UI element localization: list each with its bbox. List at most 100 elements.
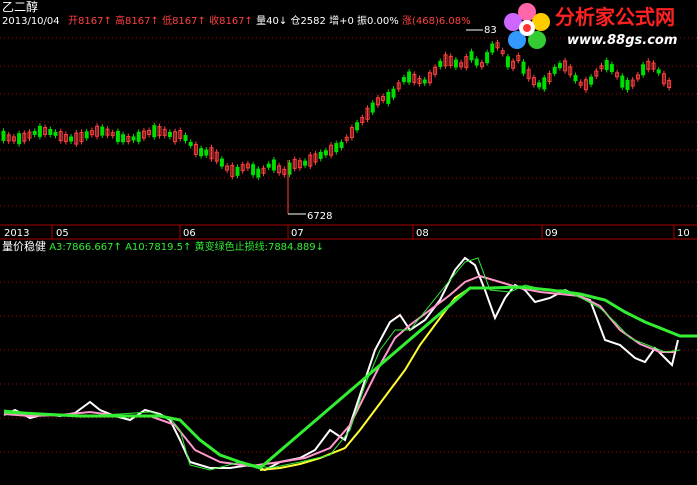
- candle-body: [370, 102, 375, 113]
- candle-body: [589, 76, 594, 85]
- signal-value: 7884.889: [267, 242, 316, 253]
- candle-body: [84, 131, 89, 139]
- candle-body: [355, 122, 360, 131]
- position-value: 2582: [300, 16, 326, 27]
- candle-body: [251, 164, 256, 176]
- arrow-up-icon: ↑: [150, 16, 159, 27]
- a10-label: A10:: [125, 242, 148, 253]
- candle-body: [219, 158, 224, 167]
- candle-body: [256, 168, 261, 178]
- volume-label: 量: [256, 16, 267, 27]
- candle-body: [152, 125, 157, 138]
- time-label-10: 10: [677, 228, 690, 239]
- candle-body: [641, 64, 646, 76]
- candle-body: [386, 91, 391, 104]
- candle-body: [37, 125, 42, 137]
- signal-label: 黄变绿色止损线:: [194, 242, 268, 253]
- arrow-up-icon: ↑: [244, 16, 253, 27]
- low-label: 低: [162, 16, 173, 27]
- candle-body: [573, 75, 578, 82]
- candle-body: [401, 77, 406, 83]
- candle-body: [453, 59, 458, 68]
- arrow-up-icon: ↑: [113, 242, 122, 253]
- time-label-08: 08: [416, 228, 429, 239]
- candle-body: [620, 75, 625, 88]
- candle-body: [188, 141, 193, 146]
- increase-value: +0: [339, 16, 354, 27]
- brand-logo[interactable]: 分析家公式网 www.88gs.com: [497, 0, 697, 58]
- volume-value: 40: [266, 16, 279, 27]
- quote-date: 2013/10/04: [2, 16, 60, 27]
- amplitude-value: 0.00%: [367, 16, 399, 27]
- a10-value: 7819.5: [148, 242, 183, 253]
- high-value: 8167: [125, 16, 151, 27]
- time-label-05: 05: [56, 228, 69, 239]
- brand-url: www.88gs.com: [567, 33, 678, 48]
- position-label: 仓: [290, 16, 301, 27]
- close-label: 收: [209, 16, 220, 27]
- open-label: 开: [68, 16, 78, 27]
- high-label: 高: [115, 16, 126, 27]
- a3-value: 7866.667: [65, 242, 114, 253]
- candle-body: [136, 131, 141, 142]
- high-price-annotation: 83: [484, 25, 497, 36]
- candle-body: [131, 136, 136, 141]
- change-value: (468): [411, 16, 439, 27]
- candle-body: [557, 63, 562, 69]
- candle-body: [115, 130, 120, 142]
- arrow-up-icon: ↑: [103, 16, 112, 27]
- change-percent: 6.08%: [438, 16, 471, 27]
- candle-body: [469, 51, 474, 61]
- a3-label: A3:: [49, 242, 66, 253]
- indicator-line-pink: [3, 274, 675, 468]
- candle-body: [625, 79, 630, 90]
- candle-body: [505, 56, 510, 68]
- candle-body: [490, 43, 495, 53]
- arrow-down-icon: ↓: [278, 16, 288, 27]
- stock-name: 乙二醇: [2, 0, 39, 14]
- change-label: 涨: [401, 16, 412, 27]
- candle-body: [537, 82, 542, 88]
- candle-body: [32, 130, 37, 135]
- candle-body: [391, 88, 396, 98]
- indicator-line-white: [3, 256, 679, 472]
- candle-body: [183, 135, 188, 142]
- candle-body: [235, 166, 240, 176]
- arrow-down-icon: ↓: [315, 242, 325, 253]
- candle-body: [438, 60, 443, 67]
- time-label-2013: 2013: [4, 228, 30, 239]
- time-label-09: 09: [545, 228, 558, 239]
- candle-body: [53, 131, 58, 136]
- candle-body: [271, 159, 276, 171]
- candle-body: [323, 150, 328, 156]
- close-value: 8167: [219, 16, 245, 27]
- candle-body: [474, 58, 479, 66]
- time-label-06: 06: [183, 228, 196, 239]
- candle-body: [48, 128, 53, 135]
- low-price-annotation: 6728: [307, 211, 333, 222]
- candle-body: [121, 134, 126, 143]
- candle-body: [339, 142, 344, 148]
- arrow-up-icon: ↑: [197, 16, 206, 27]
- candle-body: [609, 64, 614, 73]
- candle-body: [204, 149, 209, 156]
- candle-body: [422, 79, 427, 84]
- increase-label: 增: [329, 16, 340, 27]
- candle-body: [69, 136, 74, 142]
- candle-body: [552, 66, 557, 74]
- candle-body: [542, 77, 547, 90]
- candle-body: [266, 163, 271, 168]
- candle-body: [604, 60, 609, 71]
- candle-body: [521, 61, 526, 74]
- candle-body: [17, 133, 22, 145]
- candle-body: [334, 143, 339, 153]
- candle-body: [167, 131, 172, 137]
- brand-title: 分析家公式网: [555, 5, 675, 29]
- flower-logo-icon: [504, 3, 550, 49]
- candle-body: [199, 148, 204, 157]
- candle-body: [303, 160, 308, 166]
- candle-body: [407, 71, 412, 83]
- candle-body: [318, 151, 323, 159]
- candle-body: [100, 126, 105, 136]
- indicator-name: 量价稳健: [2, 240, 46, 253]
